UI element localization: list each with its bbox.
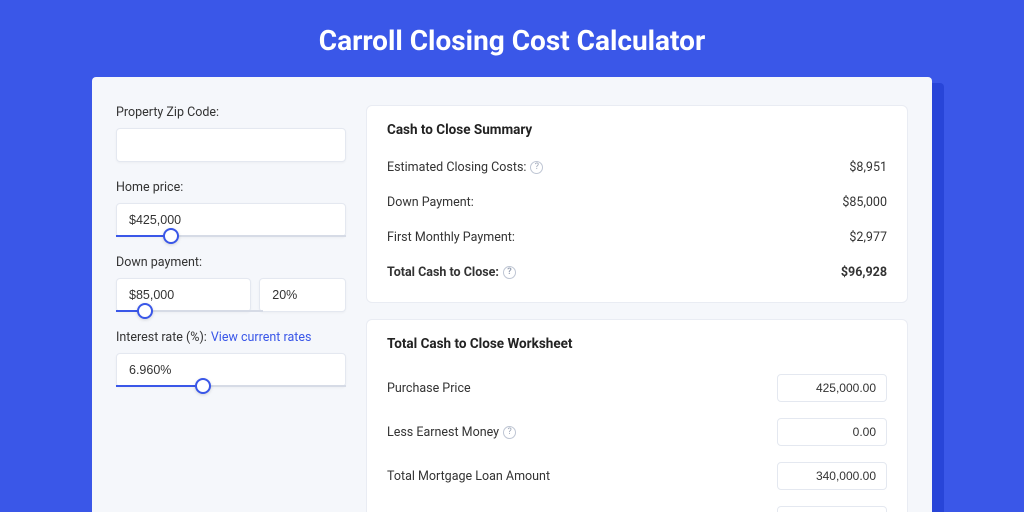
worksheet-row: Total Mortgage Loan Amount	[387, 454, 887, 498]
slider-thumb[interactable]	[163, 228, 179, 244]
down-payment-input[interactable]	[116, 278, 251, 312]
worksheet-label: Total Mortgage Loan Amount	[387, 469, 550, 484]
summary-total-value: $96,928	[841, 265, 887, 280]
calculator-card: Property Zip Code: Home price: Down paym…	[92, 77, 932, 512]
summary-total-label: Total Cash to Close:	[387, 265, 499, 280]
summary-value: $85,000	[842, 195, 887, 210]
home-price-slider[interactable]	[116, 235, 346, 237]
worksheet-value-input[interactable]	[777, 462, 887, 490]
help-icon[interactable]: ?	[503, 266, 516, 279]
results-column: Cash to Close Summary Estimated Closing …	[366, 105, 908, 512]
worksheet-value-input[interactable]	[777, 374, 887, 402]
interest-rate-label: Interest rate (%): View current rates	[116, 330, 346, 345]
down-payment-label: Down payment:	[116, 255, 346, 270]
summary-row: First Monthly Payment: $2,977	[387, 222, 887, 257]
worksheet-row: Total Second Mortgage Amount ?	[387, 498, 887, 512]
zip-field: Property Zip Code:	[116, 105, 346, 162]
summary-title: Cash to Close Summary	[387, 122, 887, 138]
summary-value: $8,951	[849, 160, 887, 175]
summary-row: Estimated Closing Costs: ? $8,951	[387, 152, 887, 187]
slider-fill	[116, 385, 203, 387]
help-icon[interactable]: ?	[503, 426, 516, 439]
interest-rate-slider[interactable]	[116, 385, 346, 387]
view-rates-link[interactable]: View current rates	[211, 330, 312, 345]
worksheet-row: Less Earnest Money ?	[387, 410, 887, 454]
slider-thumb[interactable]	[195, 378, 211, 394]
summary-row: Down Payment: $85,000	[387, 187, 887, 222]
worksheet-panel: Total Cash to Close Worksheet Purchase P…	[366, 319, 908, 512]
slider-thumb[interactable]	[137, 303, 153, 319]
worksheet-title: Total Cash to Close Worksheet	[387, 336, 887, 352]
summary-value: $2,977	[849, 230, 887, 245]
summary-label: Estimated Closing Costs:	[387, 160, 526, 175]
interest-rate-field: Interest rate (%): View current rates	[116, 330, 346, 387]
inputs-column: Property Zip Code: Home price: Down paym…	[116, 105, 346, 512]
rate-label-text: Interest rate (%):	[116, 330, 207, 345]
interest-rate-input[interactable]	[116, 353, 346, 387]
worksheet-label: Less Earnest Money	[387, 425, 499, 440]
summary-panel: Cash to Close Summary Estimated Closing …	[366, 105, 908, 303]
page-title: Carroll Closing Cost Calculator	[0, 0, 1024, 77]
summary-label: Down Payment:	[387, 195, 474, 210]
down-payment-field: Down payment:	[116, 255, 346, 312]
summary-label: First Monthly Payment:	[387, 230, 515, 245]
help-icon[interactable]: ?	[530, 161, 543, 174]
zip-input[interactable]	[116, 128, 346, 162]
home-price-field: Home price:	[116, 180, 346, 237]
down-payment-slider[interactable]	[116, 310, 263, 312]
worksheet-row: Purchase Price	[387, 366, 887, 410]
worksheet-label: Purchase Price	[387, 381, 471, 396]
home-price-label: Home price:	[116, 180, 346, 195]
summary-total-row: Total Cash to Close: ? $96,928	[387, 257, 887, 292]
home-price-input[interactable]	[116, 203, 346, 237]
down-payment-pct-input[interactable]	[259, 278, 346, 312]
worksheet-value-input[interactable]	[777, 506, 887, 512]
worksheet-value-input[interactable]	[777, 418, 887, 446]
zip-label: Property Zip Code:	[116, 105, 346, 120]
